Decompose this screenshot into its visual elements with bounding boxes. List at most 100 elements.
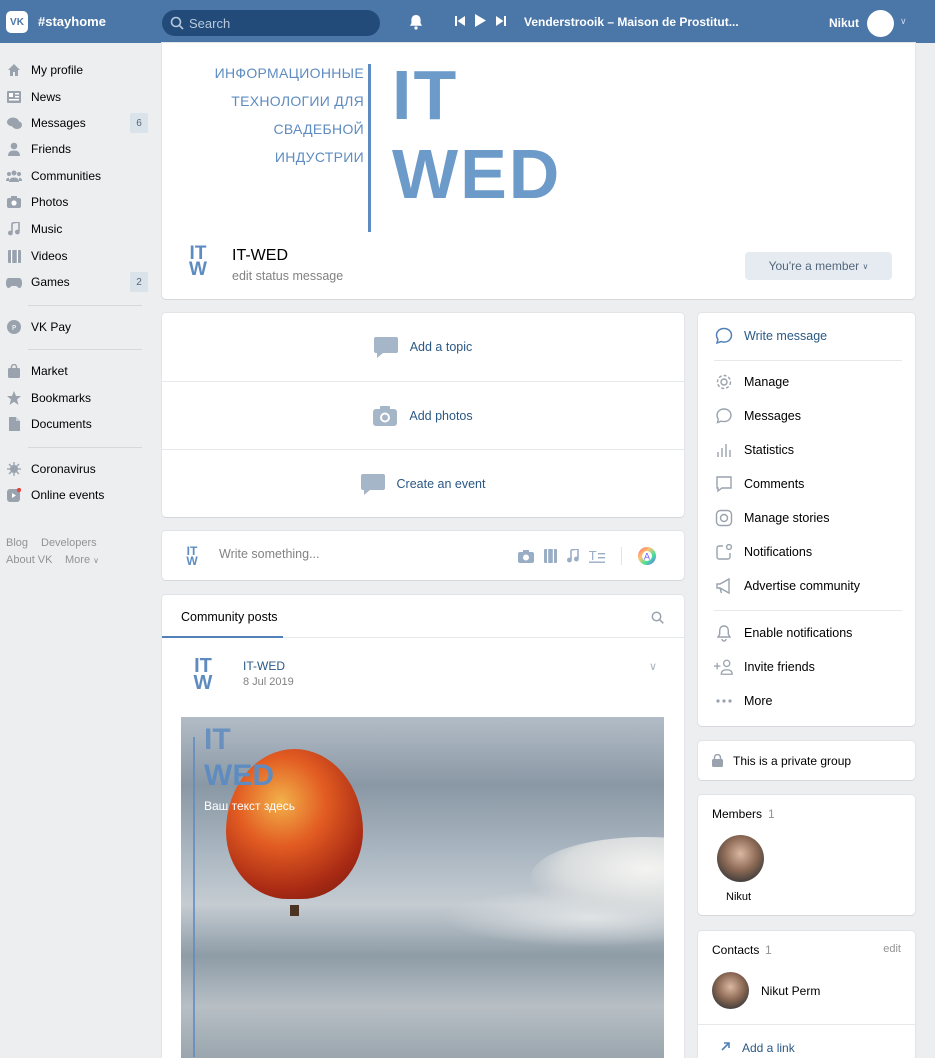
menu-divider [714, 360, 902, 361]
advertise-link[interactable]: Advertise community [714, 576, 860, 596]
composer-card: IT W Write something... T A [162, 531, 684, 580]
camera-icon[interactable] [518, 549, 534, 563]
comments-link[interactable]: Comments [714, 474, 804, 494]
search-icon[interactable] [651, 611, 664, 624]
nav-documents[interactable]: Documents [6, 414, 148, 434]
group-avatar[interactable]: IT W [185, 244, 211, 281]
enable-notifications-link[interactable]: Enable notifications [714, 623, 852, 643]
manage-stories-link[interactable]: Manage stories [714, 508, 829, 528]
composer-avatar-bottom: W [186, 554, 198, 569]
vk-pay-icon: P [6, 319, 22, 335]
statistics-link[interactable]: Statistics [714, 440, 794, 460]
track-title[interactable]: Venderstrooik – Maison de Prostitut... [524, 15, 739, 29]
group-avatar-bottom: W [189, 259, 207, 281]
cover-text-line: СВАДЕБНОЙ [273, 121, 364, 137]
member-button[interactable]: You're a member ∨ [745, 252, 892, 280]
manage-link[interactable]: Manage [714, 372, 789, 392]
svg-text:T: T [589, 549, 597, 563]
nav-friends[interactable]: Friends [6, 139, 148, 159]
member-avatar[interactable] [717, 835, 764, 882]
cover-logo-line2: WED [392, 135, 562, 213]
messages-icon [6, 115, 22, 131]
nav-bookmarks[interactable]: Bookmarks [6, 388, 148, 408]
invite-friends-link[interactable]: Invite friends [714, 657, 815, 677]
statistics-label: Statistics [744, 443, 795, 457]
next-track-icon[interactable] [496, 15, 506, 26]
post-author-avatar[interactable]: IT W [190, 656, 216, 693]
article-icon[interactable]: T [589, 549, 605, 563]
private-group-label: This is a private group [733, 754, 852, 768]
footer-more-link[interactable]: More ∨ [65, 554, 99, 566]
chevron-down-icon: ∨ [862, 261, 869, 271]
more-link[interactable]: More [714, 691, 772, 711]
image-logo-top: IT [204, 723, 231, 756]
nav-games[interactable]: Games 2 [6, 272, 148, 292]
members-card: Members 1 Nikut [698, 795, 915, 915]
members-title[interactable]: Members [712, 807, 762, 821]
nav-my-profile[interactable]: My profile [6, 60, 148, 80]
member-name[interactable]: Nikut [726, 891, 751, 903]
nav-photos[interactable]: Photos [6, 192, 148, 212]
add-link-button[interactable]: Add a link [742, 1041, 795, 1055]
footer-about-link[interactable]: About VK [6, 554, 52, 566]
post-date[interactable]: 8 Jul 2019 [243, 676, 294, 688]
cover-text-line: ИНДУСТРИИ [274, 149, 364, 165]
nav-label: Photos [31, 195, 69, 209]
chevron-down-icon[interactable]: ∨ [900, 16, 907, 27]
messages-link[interactable]: Messages [714, 406, 801, 426]
search-input[interactable]: Search [162, 10, 380, 36]
nav-news[interactable]: News [6, 87, 148, 107]
music-note-icon[interactable] [567, 549, 579, 563]
add-topic-label: Add a topic [409, 340, 473, 354]
add-photos-button[interactable]: Add photos [162, 381, 684, 449]
nav-vk-pay[interactable]: P VK Pay [6, 317, 148, 337]
more-label: More [744, 694, 773, 708]
notification-icon [714, 543, 734, 561]
nav-coronavirus[interactable]: Coronavirus [6, 459, 148, 479]
bell-icon[interactable] [407, 13, 425, 31]
video-icon[interactable] [544, 549, 557, 563]
edit-status-link[interactable]: edit status message [232, 269, 343, 283]
contact-avatar[interactable] [712, 972, 749, 1009]
chevron-down-icon[interactable]: ∨ [649, 660, 657, 673]
user-avatar[interactable] [867, 10, 894, 37]
nav-music[interactable]: Music [6, 219, 148, 239]
nav-communities[interactable]: Communities [6, 166, 148, 186]
footer-developers-link[interactable]: Developers [41, 537, 97, 549]
home-icon [6, 62, 22, 78]
notifications-link[interactable]: Notifications [714, 542, 812, 562]
contacts-title[interactable]: Contacts [712, 943, 759, 957]
create-event-button[interactable]: Create an event [162, 449, 684, 517]
news-icon [6, 89, 22, 105]
messages-badge: 6 [130, 113, 148, 133]
nav-videos[interactable]: Videos [6, 246, 148, 266]
previous-track-icon[interactable] [455, 15, 465, 26]
write-message-button[interactable]: Write message [714, 326, 827, 346]
nav-messages[interactable]: Messages 6 [6, 113, 148, 133]
message-bubble-icon [714, 407, 734, 425]
contact-name[interactable]: Nikut Perm [761, 984, 820, 998]
cloud-shape [531, 837, 664, 917]
stayhome-label[interactable]: #stayhome [38, 14, 106, 29]
nav-online-events[interactable]: Online events [6, 485, 148, 505]
music-note-icon [6, 221, 22, 237]
discussion-icon [373, 337, 398, 358]
post-author-name[interactable]: IT-WED [243, 659, 285, 673]
user-name[interactable]: Nikut [829, 16, 859, 30]
composer-input[interactable]: Write something... [219, 547, 320, 561]
contacts-edit-link[interactable]: edit [883, 943, 901, 955]
tools-divider [621, 547, 622, 565]
image-caption: Ваш текст здесь [204, 799, 296, 813]
nav-label: Music [31, 222, 63, 236]
notifications-label: Notifications [744, 545, 813, 559]
vk-logo[interactable]: VK [6, 11, 28, 33]
color-picker-icon[interactable]: A [638, 547, 656, 565]
add-topic-button[interactable]: Add a topic [162, 313, 684, 381]
bell-icon [714, 624, 734, 642]
play-icon[interactable] [475, 14, 486, 27]
footer-blog-link[interactable]: Blog [6, 537, 28, 549]
svg-text:P: P [12, 324, 16, 332]
tab-community-posts[interactable]: Community posts [181, 610, 278, 624]
post-image[interactable]: IT WED Ваш текст здесь [181, 717, 664, 1058]
nav-market[interactable]: Market [6, 361, 148, 381]
